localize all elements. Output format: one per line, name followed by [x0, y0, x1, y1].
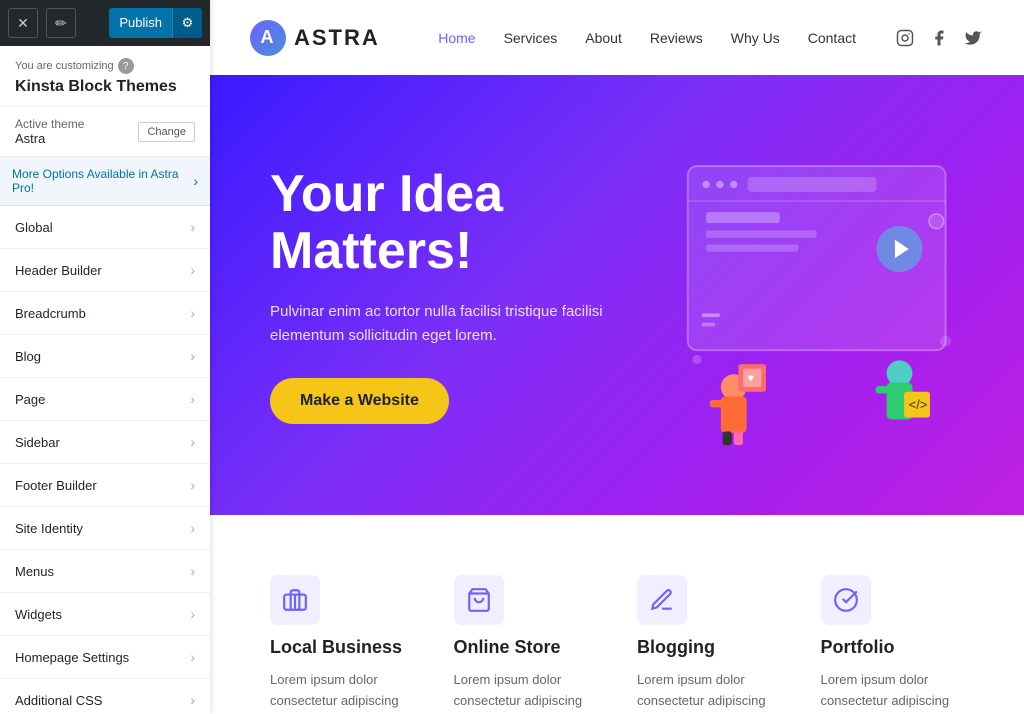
arrow-icon: › [190, 305, 195, 321]
sidebar-item-breadcrumb[interactable]: Breadcrumb › [0, 292, 210, 335]
hero-content: Your Idea Matters! Pulvinar enim ac tort… [270, 166, 614, 424]
sidebar-item-widgets[interactable]: Widgets › [0, 593, 210, 636]
feature-card-online-store: Online Store Lorem ipsum dolor consectet… [454, 575, 598, 714]
active-theme-label: Active theme [15, 117, 84, 131]
astra-pro-text: More Options Available in Astra Pro! [12, 167, 193, 195]
customizer-panel: ✕ ✏ Publish ⚙ You are customizing ? Kins… [0, 0, 210, 714]
nav-reviews[interactable]: Reviews [650, 30, 703, 46]
arrow-icon: › [190, 563, 195, 579]
astra-pro-banner[interactable]: More Options Available in Astra Pro! › [0, 157, 210, 206]
arrow-icon: › [190, 348, 195, 364]
arrow-icon: › [190, 477, 195, 493]
facebook-icon[interactable] [928, 27, 950, 49]
feature-desc-local-business: Lorem ipsum dolor consectetur adipiscing… [270, 670, 414, 714]
info-icon[interactable]: ? [118, 58, 134, 74]
logo-icon: A [250, 20, 286, 56]
active-theme-row: Active theme Astra Change [0, 107, 210, 157]
svg-text:♥: ♥ [748, 373, 755, 385]
change-theme-button[interactable]: Change [138, 122, 195, 142]
hero-cta-button[interactable]: Make a Website [270, 378, 449, 424]
sidebar-item-site-identity[interactable]: Site Identity › [0, 507, 210, 550]
nav-services[interactable]: Services [504, 30, 558, 46]
sidebar-item-header-builder[interactable]: Header Builder › [0, 249, 210, 292]
feature-title-blogging: Blogging [637, 637, 781, 658]
social-icons [894, 27, 984, 49]
sidebar-item-blog[interactable]: Blog › [0, 335, 210, 378]
publish-label: Publish [109, 8, 172, 38]
twitter-icon[interactable] [962, 27, 984, 49]
customizer-toolbar: ✕ ✏ Publish ⚙ [0, 0, 210, 46]
customizing-label: You are customizing ? [15, 58, 195, 74]
site-logo: A ASTRA [250, 20, 380, 56]
feature-title-online-store: Online Store [454, 637, 598, 658]
publish-button[interactable]: Publish ⚙ [109, 8, 202, 38]
close-icon: ✕ [17, 15, 29, 32]
svg-text:</>: </> [909, 397, 928, 412]
instagram-icon[interactable] [894, 27, 916, 49]
nav-why-us[interactable]: Why Us [731, 30, 780, 46]
hero-illustration: ♥ </> [614, 145, 964, 445]
arrow-icon: › [190, 520, 195, 536]
feature-desc-portfolio: Lorem ipsum dolor consectetur adipiscing… [821, 670, 965, 714]
blogging-icon [637, 575, 687, 625]
nav-contact[interactable]: Contact [808, 30, 856, 46]
hero-section: Your Idea Matters! Pulvinar enim ac tort… [210, 75, 1024, 515]
customizer-header: You are customizing ? Kinsta Block Theme… [0, 46, 210, 107]
arrow-icon: › [190, 219, 195, 235]
feature-card-local-business: Local Business Lorem ipsum dolor consect… [270, 575, 414, 714]
arrow-icon: › [190, 262, 195, 278]
hero-title: Your Idea Matters! [270, 166, 614, 280]
arrow-icon: › [190, 649, 195, 665]
edit-button[interactable]: ✏ [46, 8, 76, 38]
feature-card-blogging: Blogging Lorem ipsum dolor consectetur a… [637, 575, 781, 714]
sidebar-item-additional-css[interactable]: Additional CSS › [0, 679, 210, 714]
menu-list: Global › Header Builder › Breadcrumb › B… [0, 206, 210, 714]
arrow-icon: › [190, 434, 195, 450]
sidebar-item-menus[interactable]: Menus › [0, 550, 210, 593]
sidebar-item-homepage-settings[interactable]: Homepage Settings › [0, 636, 210, 679]
hero-description: Pulvinar enim ac tortor nulla facilisi t… [270, 300, 610, 348]
close-button[interactable]: ✕ [8, 8, 38, 38]
arrow-icon: › [190, 692, 195, 708]
arrow-icon: › [190, 391, 195, 407]
feature-card-portfolio: Portfolio Lorem ipsum dolor consectetur … [821, 575, 965, 714]
sidebar-item-global[interactable]: Global › [0, 206, 210, 249]
preview-area: A ASTRA Home Services About Reviews Why … [210, 0, 1024, 714]
feature-desc-online-store: Lorem ipsum dolor consectetur adipiscing… [454, 670, 598, 714]
astra-pro-arrow-icon: › [193, 173, 198, 189]
theme-name: Astra [15, 131, 84, 146]
site-navbar: A ASTRA Home Services About Reviews Why … [210, 0, 1024, 75]
sidebar-item-sidebar[interactable]: Sidebar › [0, 421, 210, 464]
site-title: Kinsta Block Themes [15, 78, 195, 96]
portfolio-icon [821, 575, 871, 625]
gear-icon: ⚙ [172, 8, 202, 38]
feature-title-local-business: Local Business [270, 637, 414, 658]
features-section: Local Business Lorem ipsum dolor consect… [210, 515, 1024, 714]
nav-about[interactable]: About [585, 30, 622, 46]
sidebar-item-footer-builder[interactable]: Footer Builder › [0, 464, 210, 507]
site-navigation: Home Services About Reviews Why Us Conta… [438, 27, 984, 49]
feature-desc-blogging: Lorem ipsum dolor consectetur adipiscing… [637, 670, 781, 714]
feature-title-portfolio: Portfolio [821, 637, 965, 658]
nav-home[interactable]: Home [438, 30, 475, 46]
local-business-icon [270, 575, 320, 625]
pencil-icon: ✏ [55, 15, 67, 32]
online-store-icon [454, 575, 504, 625]
hero-image-area: ♥ </> [614, 145, 964, 445]
sidebar-item-page[interactable]: Page › [0, 378, 210, 421]
arrow-icon: › [190, 606, 195, 622]
